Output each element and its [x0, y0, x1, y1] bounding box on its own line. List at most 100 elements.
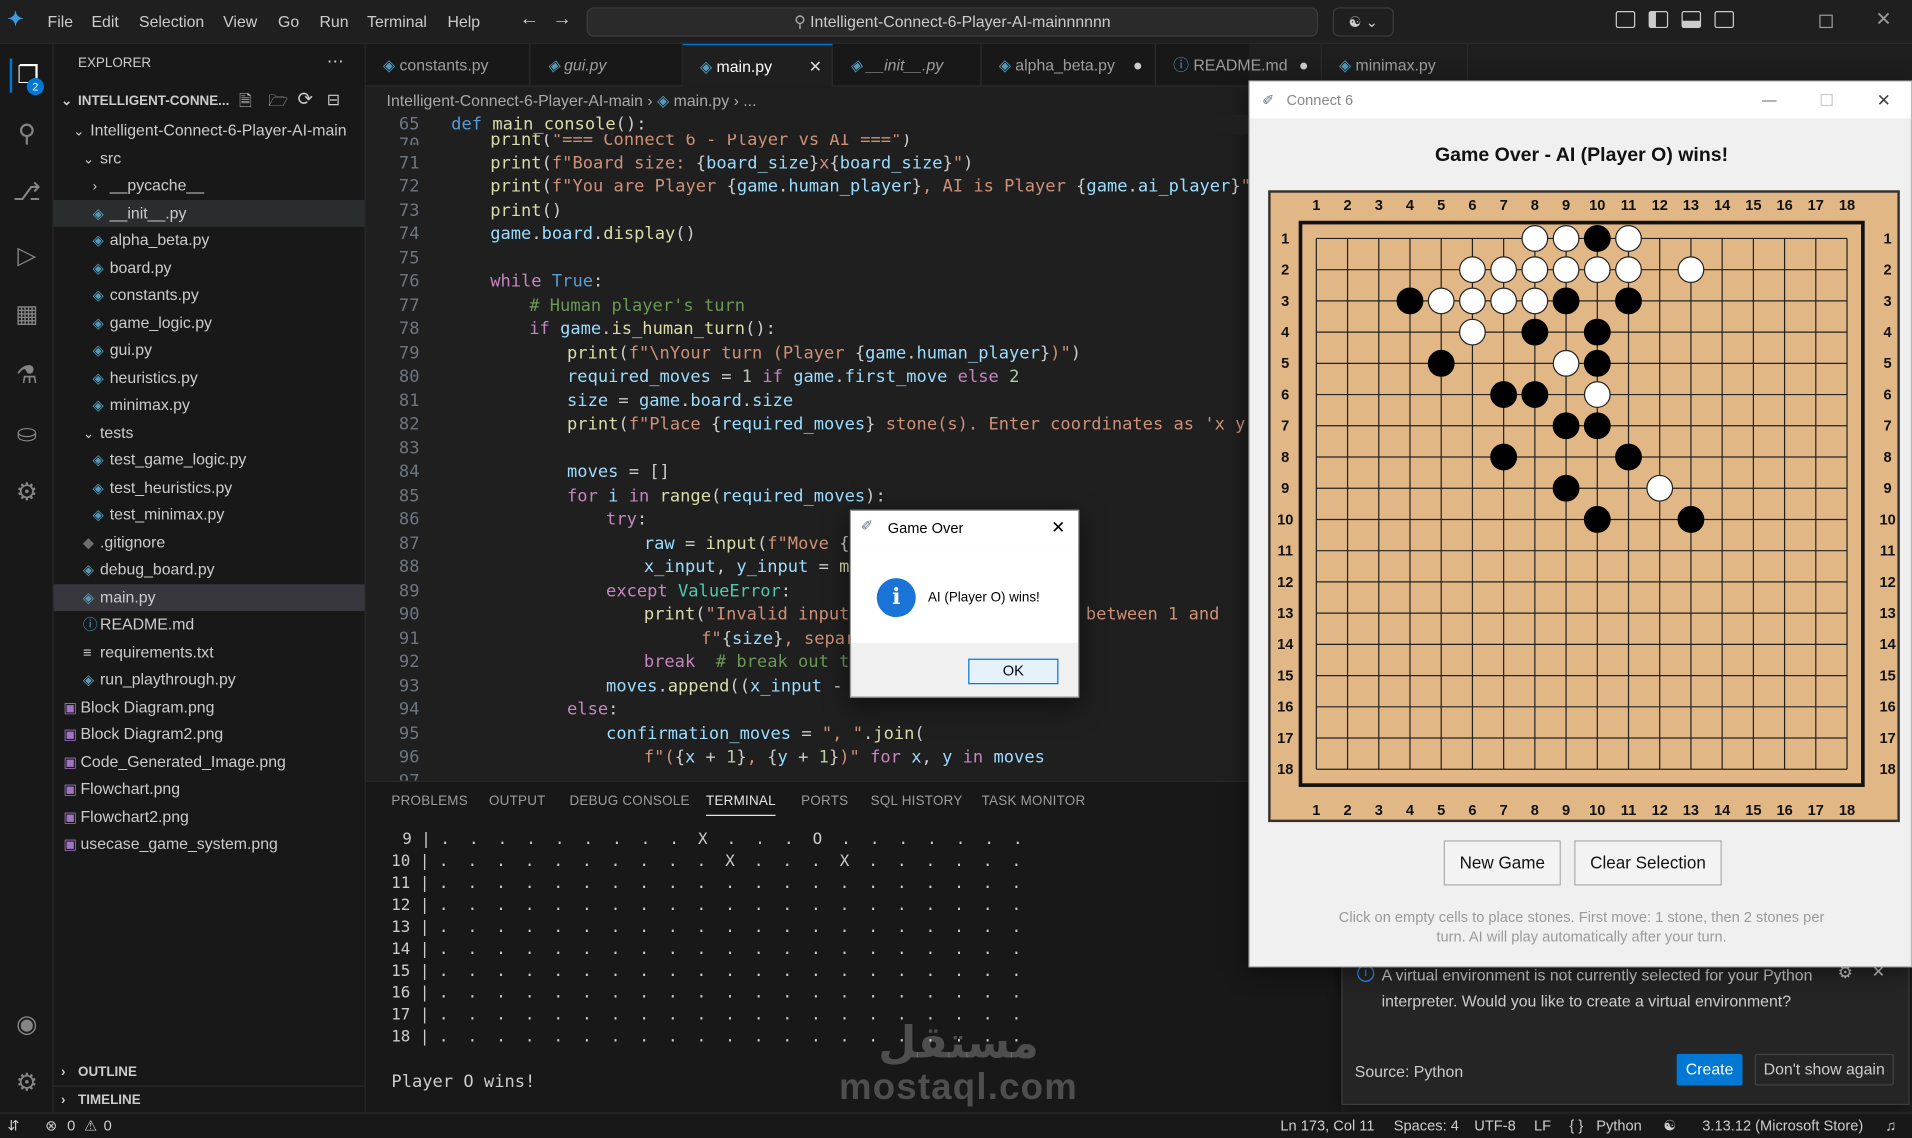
menu-go[interactable]: Go: [278, 12, 299, 30]
game-board[interactable]: 1 1 2 2 3 3 4 4 5 5 6 6 7 7 8 8 9 9 10 10 11 11 12 12 13 13 14 14 15…: [1268, 190, 1903, 825]
menu-edit[interactable]: Edit: [91, 12, 118, 30]
tab-main[interactable]: ◈ main.py ✕: [682, 43, 833, 87]
panel-tab-terminal[interactable]: TERMINAL: [706, 794, 776, 816]
toggle-sidebar-icon[interactable]: [1648, 10, 1669, 29]
tree-file[interactable]: ⓘ README.md: [54, 611, 365, 638]
board-grid[interactable]: 1122334455667788991010111112121313141415…: [1271, 193, 1903, 825]
timeline-section[interactable]: › TIMELINE: [53, 1085, 365, 1113]
tab-init[interactable]: ◈ __init__.py: [833, 43, 982, 87]
new-folder-icon[interactable]: 🗁: [268, 90, 288, 117]
tree-file[interactable]: ◈ heuristics.py: [54, 364, 365, 391]
panel-tab-sql-history[interactable]: SQL HISTORY: [871, 794, 963, 809]
tree-file[interactable]: ◈ test_minimax.py: [54, 501, 365, 528]
dialog-close-icon[interactable]: ✕: [1051, 517, 1065, 538]
close-icon[interactable]: ✕: [1877, 82, 1891, 119]
more-actions-icon[interactable]: ⋯: [327, 51, 344, 72]
dont-show-again-button[interactable]: Don't show again: [1754, 1053, 1894, 1086]
code-editor[interactable]: 65 def main_console(): 70 print("=== Con…: [365, 114, 1249, 781]
tree-file[interactable]: ◈ main.py: [53, 583, 365, 611]
account-icon[interactable]: ◉: [10, 1007, 44, 1041]
tree-file[interactable]: ◈ game_logic.py: [54, 309, 365, 336]
tree-file[interactable]: ◈ __init__.py: [53, 199, 365, 227]
minimize-icon[interactable]: —: [1762, 82, 1777, 119]
toggle-panel-icon[interactable]: [1681, 10, 1702, 29]
outline-section[interactable]: › OUTLINE: [54, 1059, 365, 1086]
panel-tab-ports[interactable]: PORTS: [801, 794, 848, 809]
tree-file[interactable]: ◆ .gitignore: [54, 529, 365, 556]
copilot-button[interactable]: ☯ ⌄: [1332, 7, 1394, 37]
run-debug-icon[interactable]: ▷: [10, 239, 44, 273]
restore-window-icon[interactable]: [1819, 14, 1833, 29]
source-control-icon[interactable]: ⎇: [10, 176, 44, 210]
tree-file[interactable]: ◈ board.py: [54, 254, 365, 281]
copilot-icon[interactable]: ☯: [1663, 1114, 1676, 1138]
tab-alpha-beta[interactable]: ◈ alpha_beta.py ●: [982, 43, 1156, 87]
new-game-button[interactable]: New Game: [1443, 840, 1561, 886]
python-icon[interactable]: ⚙: [10, 476, 44, 510]
panel-tab-output[interactable]: OUTPUT: [489, 794, 546, 809]
cursor-position[interactable]: Ln 173, Col 11: [1280, 1114, 1374, 1138]
testing-icon[interactable]: ⚗: [10, 359, 44, 393]
panel-tab-debug-console[interactable]: DEBUG CONSOLE: [569, 794, 689, 809]
tree-file[interactable]: ▣ Flowchart.png: [54, 776, 365, 803]
encoding[interactable]: UTF-8: [1474, 1114, 1515, 1138]
tree-folder[interactable]: › __pycache__: [54, 172, 365, 199]
tree-file[interactable]: ▣ Block Diagram2.png: [54, 721, 365, 748]
remote-icon[interactable]: ⇵: [7, 1114, 19, 1138]
close-window-icon[interactable]: ✕: [1875, 7, 1891, 31]
back-arrow-icon[interactable]: ←: [519, 9, 539, 31]
search-icon[interactable]: ⚲: [10, 117, 44, 151]
collapse-all-icon[interactable]: ⊟: [327, 90, 340, 110]
new-file-icon[interactable]: 🗎: [239, 90, 252, 117]
tree-file[interactable]: ◈ test_game_logic.py: [54, 446, 365, 473]
tab-constants[interactable]: ◈ constants.py: [366, 43, 531, 87]
panel-tab-problems[interactable]: PROBLEMS: [391, 794, 467, 809]
menu-selection[interactable]: Selection: [139, 12, 204, 30]
error-count[interactable]: 0: [67, 1114, 75, 1138]
clear-selection-button[interactable]: Clear Selection: [1574, 840, 1722, 886]
workspace-root[interactable]: ⌄ INTELLIGENT-CONNE...: [54, 88, 365, 115]
tree-folder[interactable]: ⌄ Intelligent-Connect-6-Player-AI-main: [54, 117, 365, 144]
layout-icon[interactable]: [1615, 10, 1636, 29]
tree-file[interactable]: ◈ gui.py: [54, 337, 365, 364]
tree-file[interactable]: ◈ constants.py: [54, 282, 365, 309]
language-mode[interactable]: Python: [1596, 1114, 1642, 1138]
extensions-icon[interactable]: ▦: [10, 298, 44, 332]
menu-terminal[interactable]: Terminal: [367, 12, 427, 30]
tree-file[interactable]: ◈ alpha_beta.py: [54, 227, 365, 254]
menu-help[interactable]: Help: [448, 12, 481, 30]
notifications-bell-icon[interactable]: ♫: [1885, 1114, 1896, 1138]
tree-file[interactable]: ▣ Block Diagram.png: [54, 693, 365, 720]
breadcrumb-symbol[interactable]: ...: [743, 91, 756, 109]
tree-folder[interactable]: ⌄ src: [54, 145, 365, 172]
panel-tab-task-monitor[interactable]: TASK MONITOR: [982, 794, 1086, 809]
breadcrumb-folder[interactable]: Intelligent-Connect-6-Player-AI-main: [387, 91, 643, 109]
indentation[interactable]: Spaces: 4: [1394, 1114, 1459, 1138]
forward-arrow-icon[interactable]: →: [552, 9, 572, 31]
settings-gear-icon[interactable]: ⚙: [10, 1066, 44, 1100]
toggle-secondary-sidebar-icon[interactable]: [1714, 10, 1734, 29]
create-venv-button[interactable]: Create: [1676, 1053, 1743, 1086]
menu-view[interactable]: View: [223, 12, 257, 30]
warning-icon[interactable]: ⚠: [84, 1114, 97, 1138]
tree-folder[interactable]: ⌄ tests: [54, 419, 365, 446]
warning-count[interactable]: 0: [104, 1114, 112, 1138]
refresh-icon[interactable]: ⟳: [298, 88, 313, 110]
tab-gui[interactable]: ◈ gui.py: [530, 43, 683, 87]
tree-file[interactable]: ◈ minimax.py: [54, 392, 365, 419]
tree-file[interactable]: ▣ usecase_game_system.png: [54, 831, 365, 858]
breadcrumb-file[interactable]: main.py: [674, 91, 730, 109]
command-center-search[interactable]: ⚲ Intelligent-Connect-6-Player-AI-mainnn…: [586, 7, 1319, 37]
menu-run[interactable]: Run: [319, 12, 348, 30]
menu-file[interactable]: File: [48, 12, 74, 30]
python-interpreter[interactable]: 3.13.12 (Microsoft Store): [1702, 1114, 1863, 1138]
error-icon[interactable]: ⊗: [45, 1114, 57, 1138]
line-ending[interactable]: LF: [1534, 1114, 1551, 1138]
tree-file[interactable]: ◈ run_playthrough.py: [54, 666, 365, 693]
database-icon[interactable]: ⛀: [10, 417, 44, 451]
tree-file[interactable]: ◈ test_heuristics.py: [54, 474, 365, 501]
close-tab-icon[interactable]: ✕: [809, 45, 822, 86]
ok-button[interactable]: OK: [968, 658, 1059, 685]
tree-file[interactable]: ≡ requirements.txt: [54, 639, 365, 666]
tree-file[interactable]: ◈ debug_board.py: [54, 556, 365, 583]
